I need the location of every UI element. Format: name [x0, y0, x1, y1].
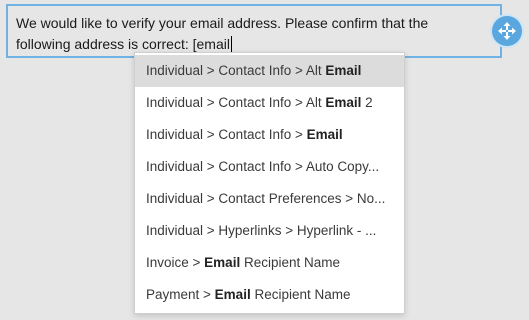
item-match: Email [306, 127, 343, 142]
dropdown-item[interactable]: Individual > Contact Info > Alt Email [135, 55, 404, 87]
item-suffix: 2 [361, 95, 373, 110]
item-match: Email [325, 95, 362, 110]
editor-content[interactable]: We would like to verify your email addre… [16, 13, 486, 55]
rich-text-editor[interactable]: We would like to verify your email addre… [6, 4, 502, 58]
move-handle-button[interactable] [492, 16, 522, 46]
item-text: Individual > Contact Info > Alt [146, 63, 326, 78]
dropdown-item[interactable]: Individual > Hyperlinks > Hyperlink - ..… [135, 215, 404, 247]
item-text: Individual > Contact Info > [146, 127, 307, 142]
dropdown-item[interactable]: Individual > Contact Info > Alt Email 2 [135, 87, 404, 119]
dropdown-item[interactable]: Invoice > Email Recipient Name [135, 247, 404, 279]
dropdown-item[interactable]: Payment > Email Recipient Name [135, 279, 404, 311]
item-suffix: Recipient Name [250, 287, 351, 302]
editor-text: We would like to verify your email addre… [16, 15, 429, 52]
item-text: Invoice > [146, 255, 205, 270]
dropdown-item[interactable]: Individual > Contact Info > Email [135, 119, 404, 151]
item-suffix: Recipient Name [240, 255, 340, 270]
item-text: Individual > Contact Info > Alt [146, 95, 326, 110]
item-text: Individual > Contact Preferences > No... [146, 191, 386, 206]
item-text: Individual > Hyperlinks > Hyperlink - ..… [146, 223, 377, 238]
item-text: Payment > [146, 287, 215, 302]
item-match: Email [325, 63, 362, 78]
item-match: Email [204, 255, 241, 270]
dropdown-item[interactable]: Individual > Contact Info > Auto Copy... [135, 151, 404, 183]
text-caret [230, 36, 232, 52]
autocomplete-dropdown: Individual > Contact Info > Alt Email In… [134, 52, 405, 314]
item-match: Email [214, 287, 251, 302]
move-arrows-icon [498, 22, 516, 40]
item-text: Individual > Contact Info > Auto Copy... [146, 159, 380, 174]
dropdown-item[interactable]: Individual > Contact Preferences > No... [135, 183, 404, 215]
